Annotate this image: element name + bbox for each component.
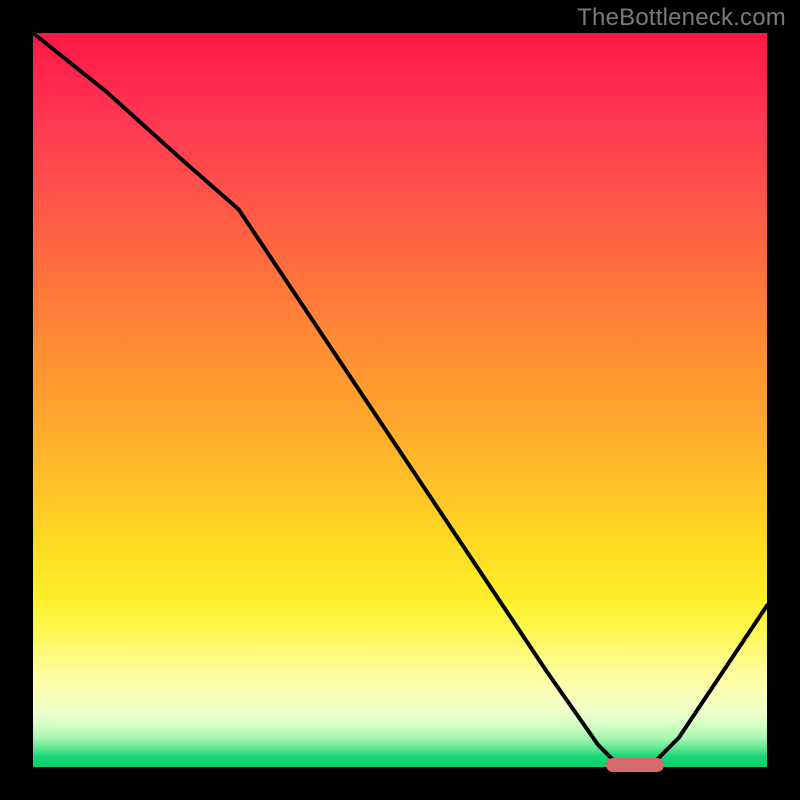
chart-frame: TheBottleneck.com [0, 0, 800, 800]
line-series [33, 33, 767, 767]
optimal-range-marker [606, 758, 665, 772]
bottleneck-curve-path [33, 33, 767, 767]
plot-area [33, 33, 767, 767]
watermark-text: TheBottleneck.com [577, 4, 786, 32]
